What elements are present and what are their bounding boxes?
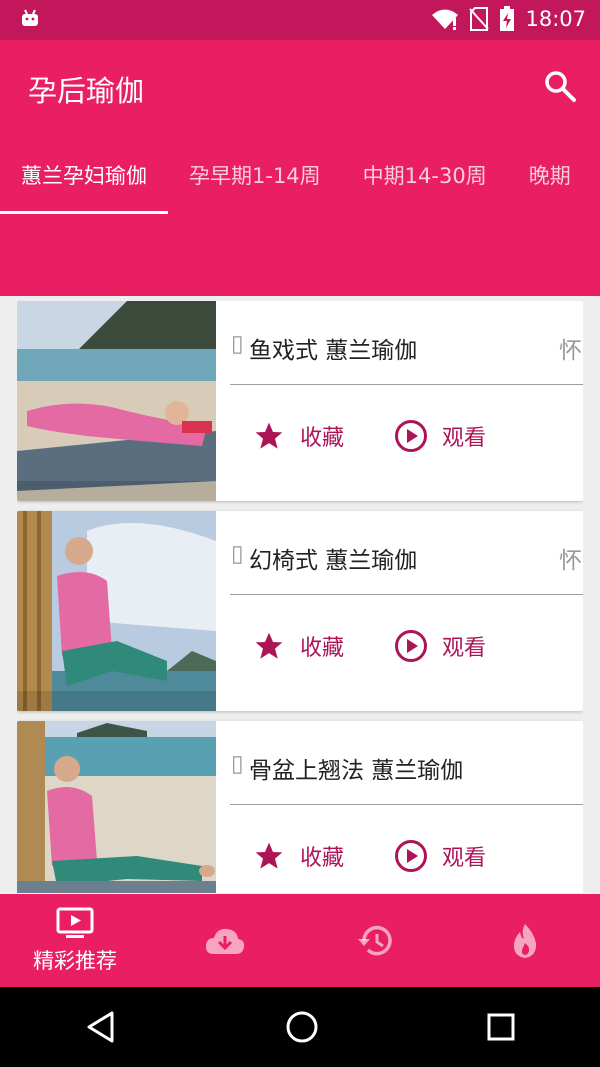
app-bar: 孕后瑜伽 蕙兰孕妇瑜伽 孕早期1-14周 中期14-30周 晚期 — [0, 40, 600, 296]
play-circle-icon — [395, 630, 428, 662]
play-circle-icon — [395, 420, 428, 452]
bottom-nav-label: 精彩推荐 — [33, 948, 117, 973]
favorite-button[interactable]: 收藏 — [252, 840, 344, 872]
tv-play-icon — [56, 907, 94, 938]
clock: 18:07 — [525, 7, 586, 31]
recent-apps-icon[interactable] — [486, 1012, 516, 1042]
star-icon — [255, 842, 283, 869]
star-icon — [255, 422, 283, 449]
cloud-download-icon — [205, 928, 245, 954]
video-title: 鱼戏式 蕙兰瑜伽 — [249, 338, 418, 364]
video-thumbnail[interactable] — [17, 721, 216, 893]
tab-label: 蕙兰孕妇瑜伽 — [21, 164, 147, 188]
tab-label: 晚期 — [528, 164, 571, 188]
star-icon — [255, 632, 283, 659]
video-title-row: ▯ 骨盆上翘法 蕙兰瑜伽 — [229, 721, 583, 805]
home-icon[interactable] — [285, 1010, 319, 1044]
favorite-label: 收藏 — [300, 426, 345, 451]
watch-label: 观看 — [442, 846, 487, 871]
watch-button[interactable]: 观看 — [394, 419, 486, 453]
system-nav-bar — [0, 987, 600, 1067]
tab-label: 中期14-30周 — [362, 164, 487, 188]
fire-icon — [513, 923, 537, 958]
video-title: 骨盆上翘法 蕙兰瑜伽 — [249, 758, 464, 784]
watch-button[interactable]: 观看 — [394, 629, 486, 663]
video-card[interactable]: ▯ 骨盆上翘法 蕙兰瑜伽 收藏 观看 — [17, 721, 583, 893]
video-title-row: ▯ 幻椅式 蕙兰瑜伽 怀 — [229, 511, 583, 595]
watch-label: 观看 — [442, 426, 487, 451]
card-actions: 收藏 观看 — [252, 839, 536, 873]
video-title-peek: 怀 — [559, 338, 582, 364]
favorite-button[interactable]: 收藏 — [252, 630, 344, 662]
tab-late-pregnancy[interactable]: 晚期 — [508, 148, 592, 214]
favorite-label: 收藏 — [300, 846, 345, 871]
card-actions: 收藏 观看 — [252, 419, 536, 453]
divider — [230, 804, 583, 805]
video-list[interactable]: ▯ 鱼戏式 蕙兰瑜伽 怀 收藏 观看 ▯ 幻椅式 蕙兰瑜伽 怀 收藏 观看 ▯ … — [17, 301, 583, 893]
divider — [230, 384, 583, 385]
bottom-nav-hot[interactable] — [450, 894, 600, 987]
video-thumbnail[interactable] — [17, 511, 216, 711]
page-title: 孕后瑜伽 — [28, 74, 145, 108]
video-title-row: ▯ 鱼戏式 蕙兰瑜伽 怀 — [229, 301, 583, 385]
video-card[interactable]: ▯ 鱼戏式 蕙兰瑜伽 怀 收藏 观看 — [17, 301, 583, 501]
back-icon[interactable] — [84, 1010, 118, 1044]
watch-label: 观看 — [442, 636, 487, 661]
video-thumbnail[interactable] — [17, 301, 216, 501]
tab-early-pregnancy[interactable]: 孕早期1-14周 — [168, 148, 342, 214]
card-actions: 收藏 观看 — [252, 629, 536, 663]
video-title-peek: 怀 — [559, 548, 582, 574]
watch-button[interactable]: 观看 — [394, 839, 486, 873]
bottom-nav-recommended[interactable]: 精彩推荐 — [0, 894, 150, 987]
truncated-glyph: ▯ — [231, 331, 244, 357]
divider — [230, 594, 583, 595]
status-bar: 18:07 — [0, 0, 600, 40]
tab-label: 孕早期1-14周 — [189, 164, 321, 188]
tab-bar: 蕙兰孕妇瑜伽 孕早期1-14周 中期14-30周 晚期 — [0, 148, 600, 214]
tab-mid-pregnancy[interactable]: 中期14-30周 — [342, 148, 508, 214]
favorite-button[interactable]: 收藏 — [252, 420, 344, 452]
search-icon[interactable] — [542, 68, 578, 104]
bottom-nav-history[interactable] — [300, 894, 450, 987]
tab-huilan-pregnancy-yoga[interactable]: 蕙兰孕妇瑜伽 — [0, 148, 168, 214]
truncated-glyph: ▯ — [231, 541, 244, 567]
video-title: 幻椅式 蕙兰瑜伽 — [249, 548, 418, 574]
bottom-nav-downloads[interactable] — [150, 894, 300, 987]
no-sim-icon — [469, 7, 490, 31]
favorite-label: 收藏 — [300, 636, 345, 661]
android-icon — [22, 9, 38, 26]
bottom-nav: 精彩推荐 — [0, 894, 600, 987]
video-card[interactable]: ▯ 幻椅式 蕙兰瑜伽 怀 收藏 观看 — [17, 511, 583, 711]
play-circle-icon — [395, 840, 428, 872]
wifi-icon — [432, 9, 459, 30]
truncated-glyph: ▯ — [231, 751, 244, 777]
history-icon — [358, 925, 392, 955]
battery-icon — [500, 6, 515, 31]
